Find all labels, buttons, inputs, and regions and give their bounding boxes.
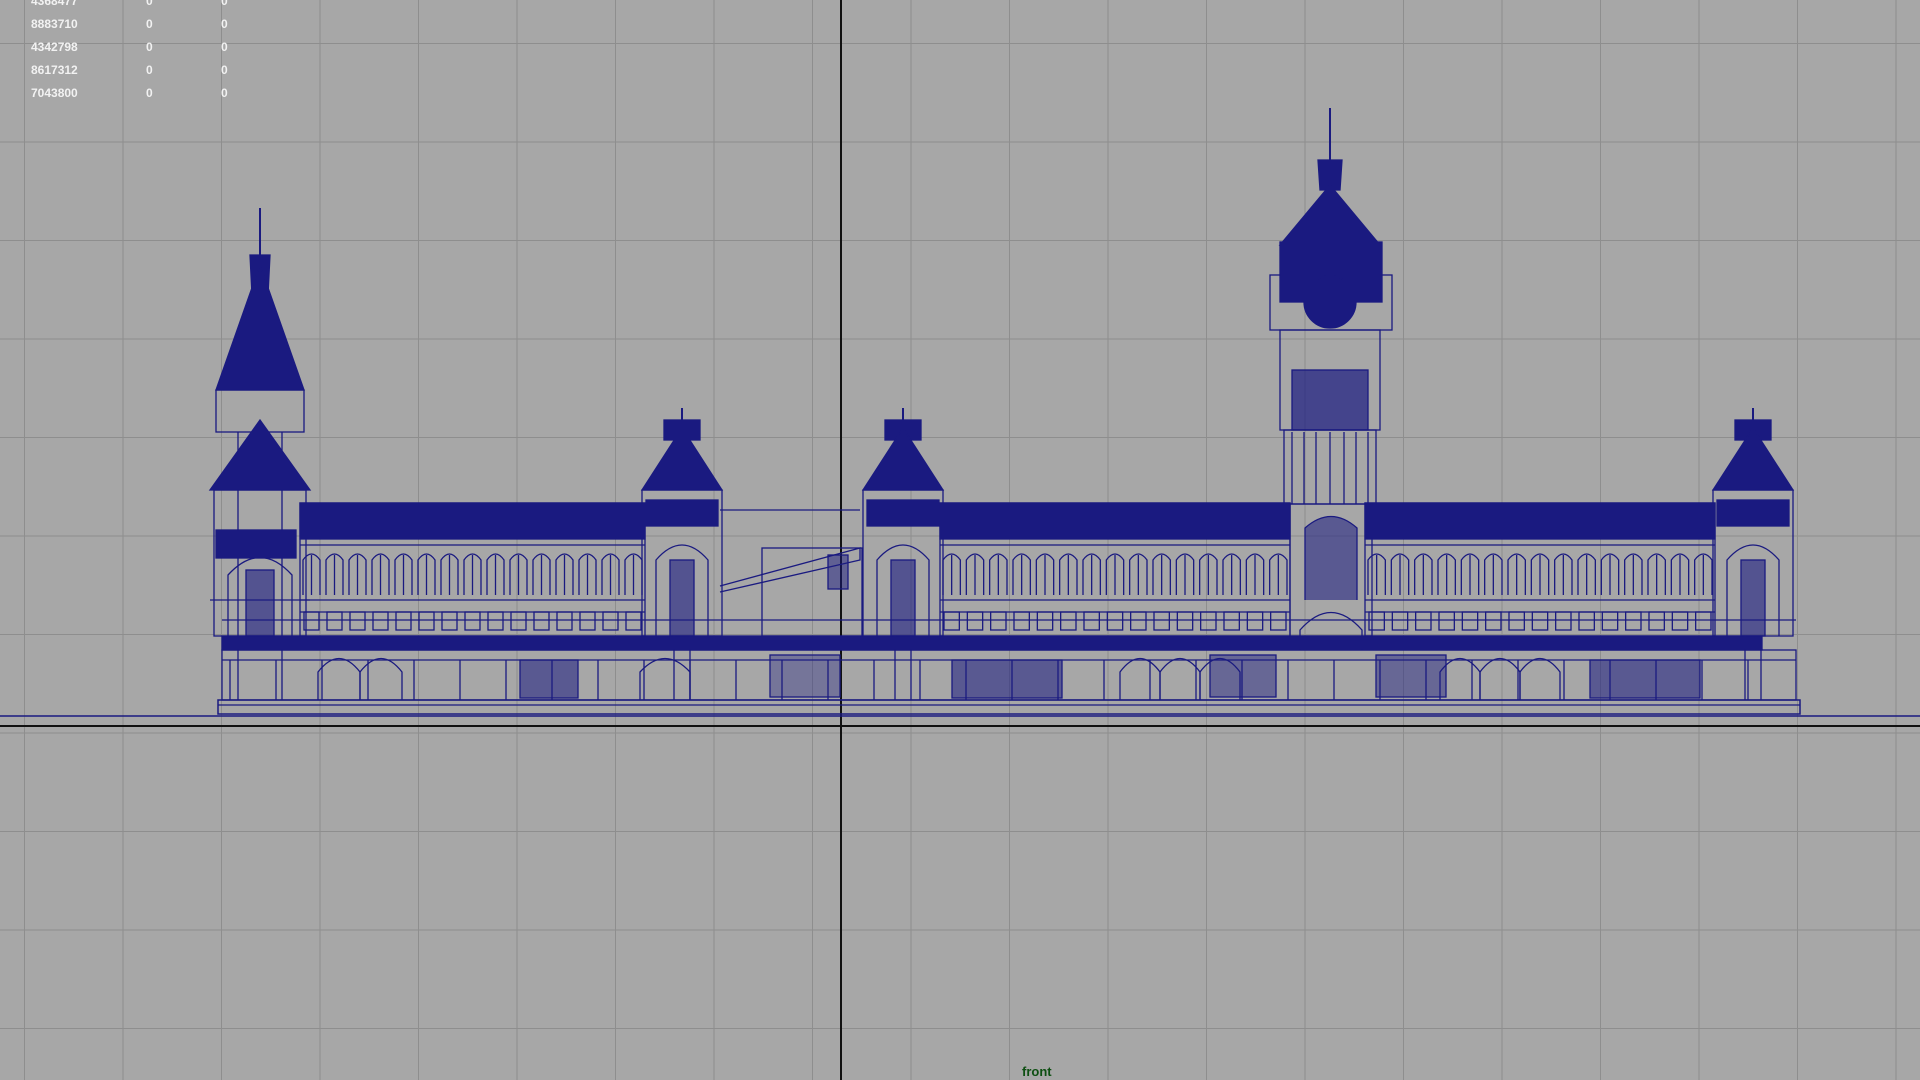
cornice-band	[221, 635, 1763, 651]
left-wing-windows	[302, 553, 643, 631]
viewport-camera-label: front	[1022, 1064, 1052, 1079]
viewport-front[interactable]: 4368477 0 0 8883710 0 0 4342798 0 0 8617…	[0, 0, 1920, 1080]
left-main-tower	[208, 208, 312, 700]
clock-tower	[1269, 108, 1393, 650]
connector-bridge	[719, 509, 863, 637]
building-wireframe[interactable]	[0, 0, 1920, 1080]
